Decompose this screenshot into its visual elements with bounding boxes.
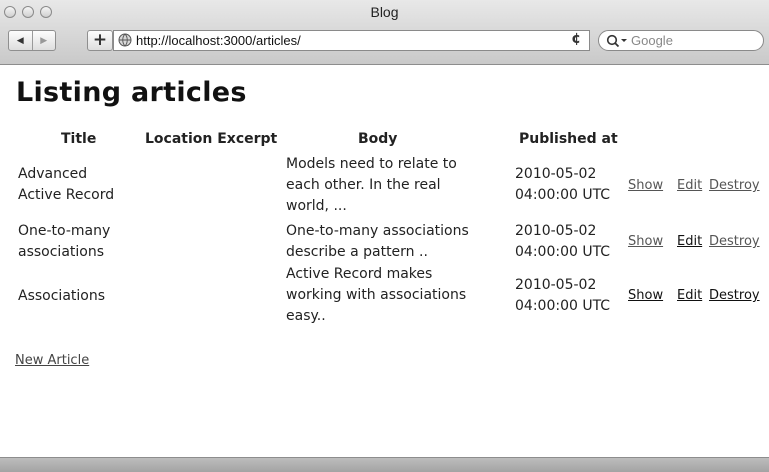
search-field[interactable]: Google [598,30,764,51]
row-title: Advanced Active Record [18,164,114,206]
body-line: world, ... [286,198,347,214]
forward-arrow-icon: ▶ [40,35,48,46]
search-icon [606,34,627,48]
destroy-link[interactable]: Destroy [709,178,760,193]
edit-link[interactable]: Edit [677,288,702,303]
edit-link[interactable]: Edit [677,234,702,249]
title-line: Associations [18,288,106,304]
back-arrow-icon: ◀ [16,35,24,46]
url-text: http://localhost:3000/articles/ [136,33,301,48]
title-line: One-to-many [18,223,111,239]
date-line: 2010-05-02 [515,223,597,239]
search-placeholder: Google [631,33,673,48]
destroy-link[interactable]: Destroy [709,288,760,303]
time-line: 04:00:00 UTC [515,187,611,203]
body-line: One-to-many associations [286,223,469,239]
back-forward-group: ◀ ▶ [8,30,56,51]
back-button[interactable]: ◀ [9,31,32,50]
row-body: Active Record makes working with associa… [286,264,466,327]
address-bar[interactable]: http://localhost:3000/articles/ ¢ [113,30,590,51]
status-bar [0,457,769,472]
edit-link[interactable]: Edit [677,178,702,193]
header-body: Body [358,131,398,147]
globe-icon [118,33,132,47]
body-line: Models need to relate to [286,156,457,172]
time-line: 04:00:00 UTC [515,298,611,314]
body-line: Active Record makes [286,266,433,282]
browser-chrome: Blog ◀ ▶ + http://localhost:3000/article… [0,0,769,65]
destroy-link[interactable]: Destroy [709,234,760,249]
page-title: Listing articles [16,77,247,108]
title-line: Active Record [18,187,115,203]
body-line: working with associations [286,287,467,303]
date-line: 2010-05-02 [515,166,597,182]
show-link[interactable]: Show [628,288,663,303]
show-link[interactable]: Show [628,178,663,193]
body-line: each other. In the real [286,177,441,193]
header-published-at: Published at [519,131,618,147]
forward-button[interactable]: ▶ [31,31,56,50]
new-article-link[interactable]: New Article [15,353,89,368]
show-link[interactable]: Show [628,234,663,249]
row-published-at: 2010-05-02 04:00:00 UTC [515,164,610,206]
row-body: Models need to relate to each other. In … [286,154,457,217]
row-title: Associations [18,286,105,307]
add-bookmark-button[interactable]: + [87,30,113,51]
body-line: describe a pattern .. [286,244,428,260]
body-line: easy.. [286,308,326,324]
title-line: associations [18,244,105,260]
window-title: Blog [370,4,399,20]
title-line: Advanced [18,166,88,182]
time-line: 04:00:00 UTC [515,244,611,260]
row-published-at: 2010-05-02 04:00:00 UTC [515,221,610,263]
header-location-excerpt: Location Excerpt [145,131,278,147]
row-body: One-to-many associations describe a patt… [286,221,469,263]
row-published-at: 2010-05-02 04:00:00 UTC [515,275,610,317]
header-title: Title [61,131,97,147]
date-line: 2010-05-02 [515,277,597,293]
reload-icon[interactable]: ¢ [571,31,581,47]
row-title: One-to-many associations [18,221,110,263]
